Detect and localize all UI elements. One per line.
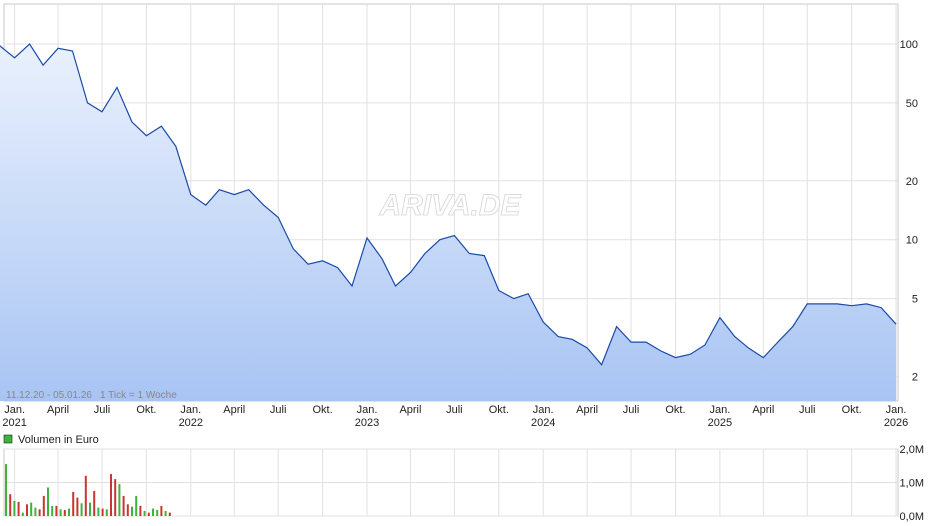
volume-bar <box>143 511 146 516</box>
price-x-tick-month: Okt. <box>136 404 156 416</box>
volume-bar <box>139 505 142 516</box>
volume-grid <box>3 448 899 517</box>
volume-bar <box>21 512 24 516</box>
price-x-tick-month: Jan. <box>180 404 201 416</box>
volume-bar <box>26 504 28 516</box>
price-x-tick-month: April <box>752 404 774 416</box>
volume-bar <box>114 479 117 516</box>
price-x-tick-month: Jan. <box>709 404 730 416</box>
price-x-tick-month: Jan. <box>533 404 554 416</box>
price-x-tick-year: 2021 <box>2 417 26 429</box>
volume-bar <box>47 487 49 516</box>
volume-bar <box>135 495 138 516</box>
price-x-tick-month: Okt. <box>842 404 862 416</box>
price-x-tick-year: 2025 <box>708 417 732 429</box>
volume-bar <box>51 505 54 516</box>
volume-bar <box>118 484 121 516</box>
price-x-tick-month: Jan. <box>886 404 907 416</box>
price-x-tick-month: April <box>399 404 421 416</box>
volume-bar <box>101 508 104 516</box>
volume-bar <box>89 502 91 516</box>
price-x-tick-year: 2022 <box>179 417 203 429</box>
price-y-tick-label: 100 <box>900 39 918 51</box>
volume-bar <box>5 464 7 516</box>
volume-bar <box>59 509 62 516</box>
volume-bar <box>55 505 58 516</box>
volume-bar <box>30 502 33 516</box>
price-x-tick-month: Juli <box>446 404 463 416</box>
price-x-tick-month: Okt. <box>489 404 509 416</box>
price-x-tick-month: April <box>576 404 598 416</box>
ariva-watermark: ARIVA.DE <box>378 189 521 222</box>
price-x-tick-month: Okt. <box>313 404 333 416</box>
price-y-tick-label: 5 <box>912 294 918 306</box>
volume-bar <box>110 474 112 516</box>
price-y-axis: 100 50 20 10 5 2 <box>900 39 918 384</box>
volume-legend-label: Volumen in Euro <box>18 434 99 446</box>
price-x-tick-month: Jan. <box>357 404 378 416</box>
volume-bar <box>42 495 45 516</box>
volume-bar <box>97 507 100 516</box>
volume-bar <box>13 500 16 516</box>
volume-bar <box>147 512 150 516</box>
price-y-tick-label: 50 <box>906 98 918 110</box>
volume-bar <box>72 491 75 516</box>
volume-bar <box>9 494 12 516</box>
price-x-tick-month: Juli <box>799 404 816 416</box>
price-x-tick-year: 2023 <box>355 417 379 429</box>
volume-bar <box>126 504 129 516</box>
volume-y-axis: 2,0M 1,0M 0,0M <box>900 444 924 523</box>
price-x-tick-month: Juli <box>270 404 287 416</box>
price-x-tick-month: Okt. <box>665 404 685 416</box>
volume-bar <box>122 495 125 516</box>
volume-bar <box>34 507 37 516</box>
price-x-axis: Jan.2021April Juli Okt. Jan.2022April Juli Ok… <box>2 404 908 429</box>
price-x-tick-month: Juli <box>94 404 111 416</box>
volume-y-tick-label: 0,0M <box>900 511 924 523</box>
volume-bar <box>168 512 171 516</box>
volume-bar <box>63 510 66 516</box>
price-y-tick-label: 10 <box>906 235 918 247</box>
price-x-tick-month: April <box>47 404 69 416</box>
volume-y-tick-label: 2,0M <box>900 444 924 456</box>
price-x-tick-year: 2026 <box>884 417 908 429</box>
volume-legend-swatch <box>3 434 13 444</box>
volume-bar <box>105 509 108 516</box>
volume-bar <box>164 511 167 516</box>
price-x-tick-year: 2024 <box>531 417 555 429</box>
volume-bar <box>156 510 159 516</box>
volume-bar <box>68 508 70 516</box>
price-chart: ARIVA.DE 11.12.20 - 05.01.26 1 Tick = 1 W… <box>0 3 924 523</box>
price-x-tick-month: Jan. <box>4 404 25 416</box>
volume-bar <box>93 490 96 516</box>
date-range-label: 11.12.20 - 05.01.26 1 Tick = 1 Woche <box>6 390 177 401</box>
volume-bar <box>38 509 41 516</box>
price-x-tick-month: Juli <box>623 404 640 416</box>
volume-bar <box>84 475 87 516</box>
volume-bar <box>17 501 20 516</box>
price-x-tick-month: April <box>223 404 245 416</box>
price-y-tick-label: 2 <box>912 372 918 384</box>
volume-bar <box>76 497 79 516</box>
volume-y-tick-label: 1,0M <box>900 478 924 490</box>
volume-bar <box>131 506 133 516</box>
volume-bar <box>80 503 83 516</box>
price-y-tick-label: 20 <box>906 176 918 188</box>
volume-bar <box>152 508 154 516</box>
volume-bar <box>160 505 163 516</box>
